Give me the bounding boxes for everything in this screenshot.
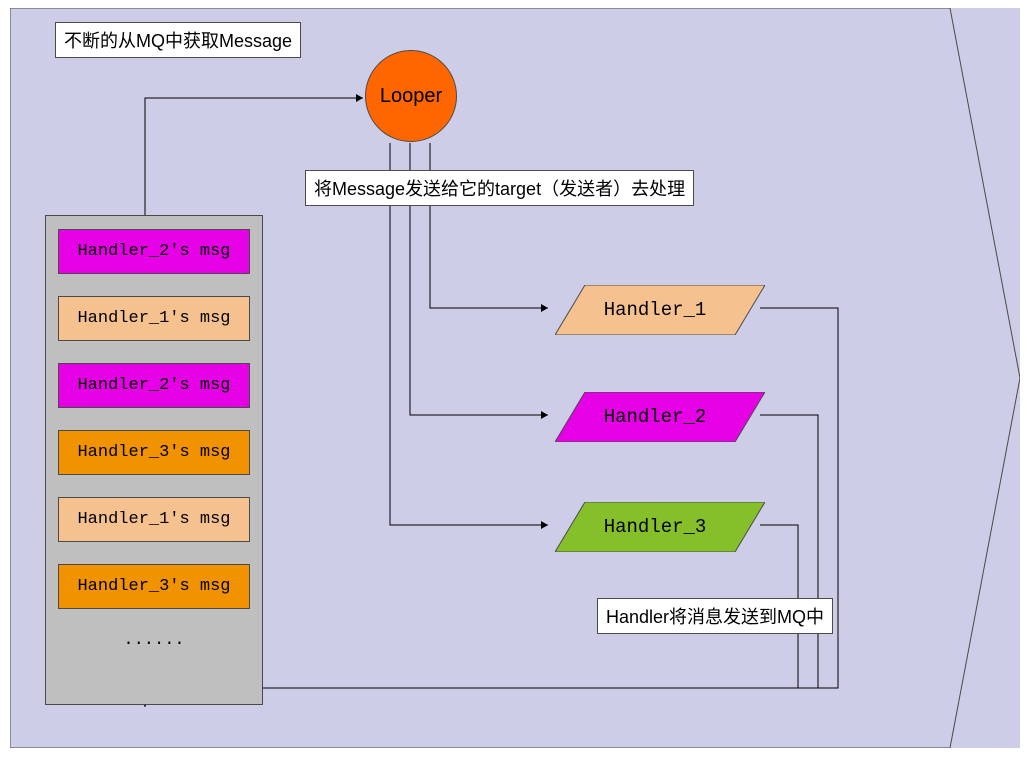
handler-label: Handler_1 [555,285,755,335]
label-handler-sends-to-mq: Handler将消息发送到MQ中 [597,598,833,634]
handler-2-node: Handler_2 [555,392,755,442]
queue-item: Handler_1's msg [58,497,250,542]
message-queue: Handler_2's msg Handler_1's msg Handler_… [45,215,263,705]
looper-label: Looper [380,85,442,108]
queue-ellipsis: ...... [58,631,250,650]
label-fetch-from-mq: 不断的从MQ中获取Message [55,22,301,58]
handler-3-node: Handler_3 [555,502,755,552]
queue-item: Handler_2's msg [58,363,250,408]
queue-item: Handler_3's msg [58,430,250,475]
handler-label: Handler_2 [555,392,755,442]
handler-label: Handler_3 [555,502,755,552]
label-send-to-target: 将Message发送给它的target（发送者）去处理 [305,170,694,206]
queue-item: Handler_1's msg [58,296,250,341]
queue-item: Handler_2's msg [58,229,250,274]
handler-1-node: Handler_1 [555,285,755,335]
queue-item: Handler_3's msg [58,564,250,609]
looper-node: Looper [365,50,457,142]
